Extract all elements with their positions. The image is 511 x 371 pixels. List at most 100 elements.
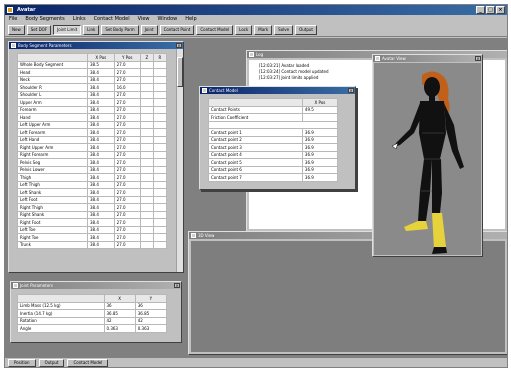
value-cell[interactable] <box>152 135 168 144</box>
value-cell[interactable] <box>139 188 154 197</box>
value-cell[interactable] <box>139 218 154 227</box>
table-row[interactable]: Hand 38.4 27.0 <box>17 113 168 122</box>
status-tab-output[interactable]: Output <box>38 359 65 367</box>
value-cell[interactable]: 27.0 <box>113 165 141 174</box>
table-row[interactable]: Pelvis Seg 38.4 27.0 <box>17 158 168 167</box>
value-cell[interactable] <box>152 83 168 92</box>
menu-window[interactable]: Window <box>158 15 178 23</box>
value-cell[interactable]: 38.4 <box>87 188 115 197</box>
value-cell[interactable]: 38.4 <box>87 240 115 249</box>
value-cell[interactable] <box>152 98 168 107</box>
value-cell[interactable]: 42 <box>134 316 168 325</box>
table-row[interactable]: Contact point 7 36.9 <box>208 173 339 182</box>
maximize-button[interactable]: □ <box>486 6 495 14</box>
table-row[interactable]: Thigh 38.4 27.0 <box>17 173 168 182</box>
table-row[interactable]: Left Thigh 38.4 27.0 <box>17 180 168 189</box>
value-cell[interactable] <box>139 233 154 242</box>
table-row[interactable]: Left Hand 38.4 27.0 <box>17 135 168 144</box>
value-cell[interactable] <box>152 90 168 99</box>
value-cell[interactable]: 27.0 <box>113 225 141 234</box>
value-cell[interactable]: 38.4 <box>87 98 115 107</box>
panel-close-button[interactable]: × <box>475 56 481 61</box>
value-cell[interactable]: 36.85 <box>134 309 168 318</box>
value-cell[interactable]: 36.9 <box>301 150 339 159</box>
toolbar-button-output[interactable]: Output <box>295 25 318 35</box>
value-cell[interactable]: 27.0 <box>113 120 141 129</box>
body-segment-scrollbar[interactable] <box>176 49 183 272</box>
table-row[interactable]: Left Forearm 38.4 27.0 <box>17 128 168 137</box>
value-cell[interactable]: 36.9 <box>301 135 339 144</box>
value-cell[interactable] <box>152 158 168 167</box>
value-cell[interactable] <box>152 210 168 219</box>
table-row[interactable]: Left Shank 38.4 27.0 <box>17 188 168 197</box>
menu-links[interactable]: Links <box>73 15 86 23</box>
scrollbar-thumb[interactable] <box>177 57 183 87</box>
table-row[interactable]: Contact point 4 36.9 <box>208 150 339 159</box>
value-cell[interactable] <box>152 218 168 227</box>
value-cell[interactable] <box>152 180 168 189</box>
value-cell[interactable]: 36.9 <box>301 173 339 182</box>
value-cell[interactable]: 49.5 <box>301 105 339 114</box>
column-header[interactable] <box>17 53 88 62</box>
value-cell[interactable] <box>152 75 168 84</box>
value-cell[interactable]: 27.0 <box>113 150 141 159</box>
value-cell[interactable] <box>139 105 154 114</box>
value-cell[interactable]: 0.363 <box>134 324 168 333</box>
value-cell[interactable]: 38.4 <box>87 135 115 144</box>
value-cell[interactable]: 27.0 <box>113 203 141 212</box>
menu-help[interactable]: Help <box>185 15 196 23</box>
status-tab-position[interactable]: Position <box>8 359 36 367</box>
toolbar-button-joint-limit[interactable]: Joint Limit <box>53 25 82 35</box>
value-cell[interactable]: 27.0 <box>113 98 141 107</box>
value-cell[interactable]: 38.4 <box>87 75 115 84</box>
value-cell[interactable]: 27.0 <box>113 218 141 227</box>
menu-file[interactable]: File <box>9 15 17 23</box>
value-cell[interactable]: 27.0 <box>113 68 141 77</box>
value-cell[interactable]: 38.4 <box>87 68 115 77</box>
value-cell[interactable]: 27.0 <box>113 135 141 144</box>
table-row[interactable]: Neck 38.4 27.0 <box>17 75 168 84</box>
value-cell[interactable]: 36.9 <box>301 128 339 137</box>
value-cell[interactable] <box>139 120 154 129</box>
value-cell[interactable] <box>152 240 168 249</box>
column-header[interactable]: R <box>152 53 168 62</box>
value-cell[interactable] <box>139 180 154 189</box>
value-cell[interactable]: 36.9 <box>301 158 339 167</box>
column-header[interactable]: Y Pos <box>113 53 141 62</box>
value-cell[interactable]: 38.4 <box>87 233 115 242</box>
value-cell[interactable]: 27.0 <box>113 113 141 122</box>
value-cell[interactable]: 38.4 <box>87 218 115 227</box>
panel-close-button[interactable]: × <box>174 283 180 288</box>
value-cell[interactable] <box>139 158 154 167</box>
value-cell[interactable]: 38.4 <box>87 120 115 129</box>
dialog-close-button[interactable]: × <box>348 88 354 93</box>
toolbar-button-link[interactable]: Link <box>83 25 100 35</box>
value-cell[interactable]: 27.0 <box>113 60 141 69</box>
table-row[interactable]: Trunk 38.4 27.0 <box>17 240 168 249</box>
value-cell[interactable]: 38.4 <box>87 150 115 159</box>
value-cell[interactable] <box>301 113 339 122</box>
column-header[interactable]: Z <box>139 53 154 62</box>
value-cell[interactable]: 36 <box>103 301 136 310</box>
table-row[interactable]: Inertia (14.7 kg) 36.85 36.85 <box>17 309 168 318</box>
value-cell[interactable]: 27.0 <box>113 195 141 204</box>
value-cell[interactable]: 27.0 <box>113 240 141 249</box>
value-cell[interactable]: 27.0 <box>113 143 141 152</box>
column-header[interactable]: X Pos <box>87 53 115 62</box>
value-cell[interactable] <box>139 173 154 182</box>
value-cell[interactable]: 27.0 <box>113 188 141 197</box>
value-cell[interactable] <box>139 75 154 84</box>
table-row[interactable]: Limb Mass (12.5 kg) 36 36 <box>17 301 168 310</box>
table-row[interactable]: Right Foot 38.4 27.0 <box>17 218 168 227</box>
value-cell[interactable] <box>152 120 168 129</box>
table-row[interactable]: Upper Arm 38.4 27.0 <box>17 98 168 107</box>
value-cell[interactable] <box>139 210 154 219</box>
table-row[interactable]: Right Shank 38.4 27.0 <box>17 210 168 219</box>
toolbar-button-lock[interactable]: Lock <box>235 25 253 35</box>
value-cell[interactable] <box>139 203 154 212</box>
value-cell[interactable]: 36 <box>134 301 168 310</box>
table-row[interactable]: Whole Body Segment 38.5 27.0 <box>17 60 168 69</box>
value-cell[interactable] <box>152 165 168 174</box>
menu-contact-model[interactable]: Contact Model <box>94 15 130 23</box>
value-cell[interactable] <box>139 135 154 144</box>
